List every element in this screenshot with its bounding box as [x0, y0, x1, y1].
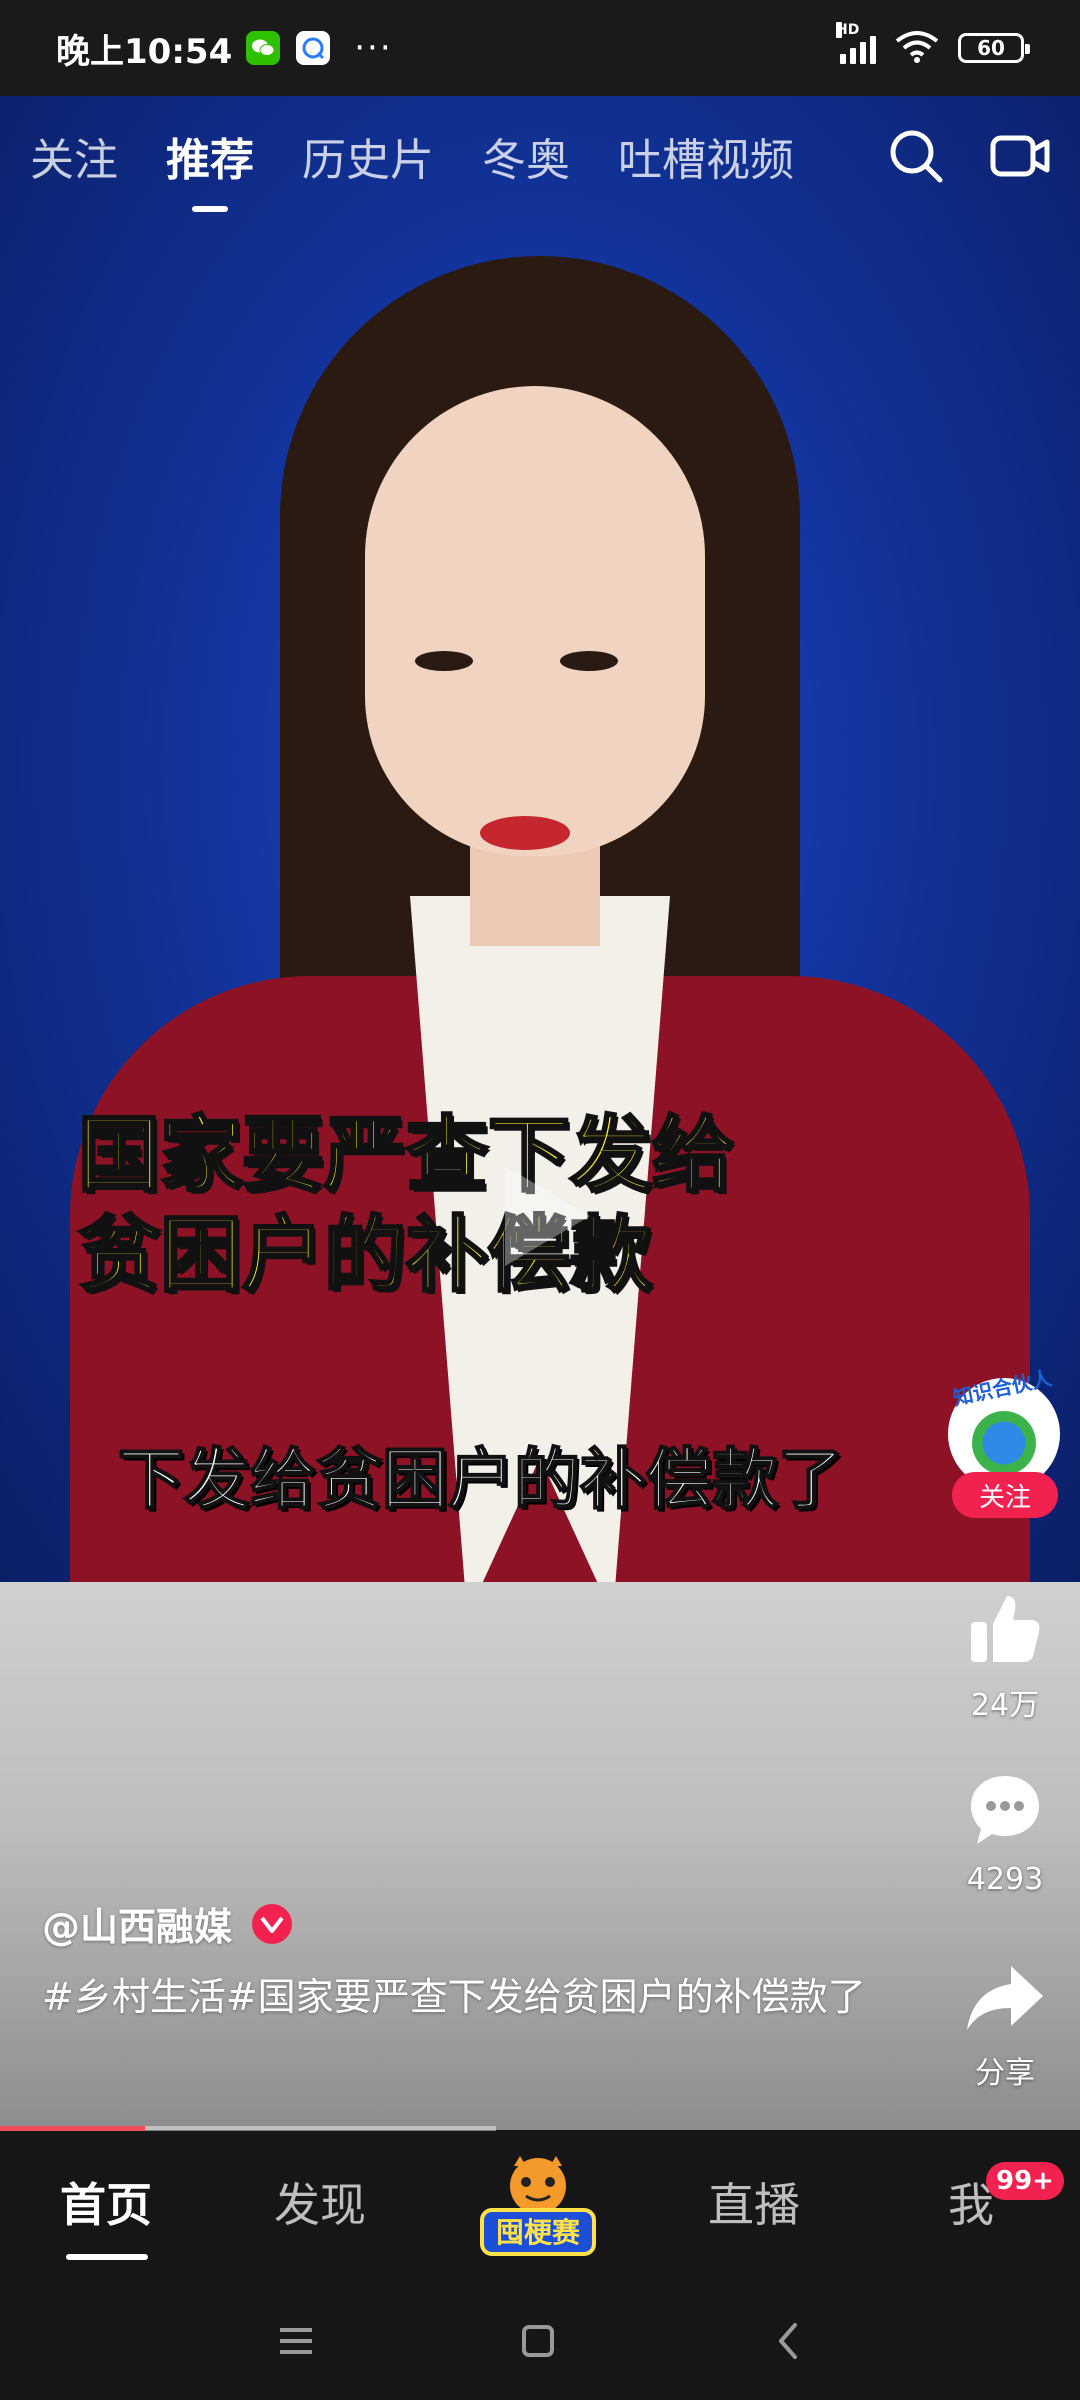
post-description[interactable]: #乡村生活#国家要严查下发给贫困户的补偿款了	[42, 1966, 892, 2028]
status-time: 晚上10:54	[56, 31, 233, 72]
video-player[interactable]: 国家要严查下发给 贫困户的补偿款 下发给贫困户的补偿款了	[0, 96, 1080, 1582]
nav-active-indicator	[66, 2254, 148, 2260]
promo-text: 囤梗赛	[496, 2216, 581, 2249]
wifi-icon	[894, 29, 940, 67]
presenter-face	[365, 386, 705, 856]
nav-discover[interactable]: 发现	[274, 2169, 366, 2235]
battery-icon: 60	[958, 33, 1030, 63]
thumbs-up-icon[interactable]	[967, 1590, 1043, 1670]
video-subtitle: 下发给贫困户的补偿款了	[117, 1440, 845, 1519]
author-row[interactable]: @山西融媒	[42, 1896, 293, 1951]
tab-following[interactable]: 关注	[30, 124, 118, 188]
status-bar: 晚上10:54 ··· HD 60	[0, 0, 1080, 1582]
video-letterbox	[0, 1582, 1080, 2130]
network-label: HD	[836, 22, 860, 38]
browser-icon	[296, 31, 331, 65]
follow-button[interactable]: 关注	[952, 1472, 1058, 1518]
like-action[interactable]: 24万	[950, 1590, 1060, 1724]
wechat-icon	[246, 31, 281, 65]
menu-icon[interactable]	[266, 2311, 326, 2371]
share-label: 分享	[975, 2056, 1035, 2091]
tab-history-films[interactable]: 历史片	[302, 124, 434, 188]
verified-icon	[252, 1903, 293, 1944]
comment-count: 4293	[966, 1862, 1044, 1897]
more-notifications-icon: ···	[354, 28, 393, 68]
back-icon[interactable]	[758, 2311, 818, 2371]
signal-icon: HD	[836, 22, 876, 64]
tab-winter-olympics[interactable]: 冬奥	[482, 124, 570, 188]
presenter-eye	[415, 651, 473, 671]
promo-event-button[interactable]: 囤梗赛	[476, 2150, 600, 2260]
tab-recommended[interactable]: 推荐	[166, 124, 254, 188]
comment-icon[interactable]	[967, 1772, 1043, 1852]
comment-action[interactable]: 4293	[950, 1772, 1060, 1897]
like-count: 24万	[970, 1688, 1040, 1723]
share-action[interactable]: 分享	[950, 1962, 1060, 2092]
notification-badge: 99+	[986, 2162, 1064, 2200]
camera-icon[interactable]	[990, 126, 1050, 186]
system-nav-bar	[0, 2281, 1080, 2400]
search-icon[interactable]	[886, 126, 946, 186]
nav-home[interactable]: 首页	[60, 2169, 152, 2235]
presenter-lips	[480, 816, 570, 850]
nav-live[interactable]: 直播	[708, 2169, 800, 2235]
play-icon	[505, 1166, 590, 1266]
home-square-icon[interactable]	[508, 2311, 568, 2371]
presenter-eye	[560, 651, 618, 671]
tab-roast-videos[interactable]: 吐槽视频	[618, 124, 794, 188]
author-name[interactable]: @山西融媒	[42, 1896, 232, 1951]
share-icon[interactable]	[965, 1962, 1045, 2038]
